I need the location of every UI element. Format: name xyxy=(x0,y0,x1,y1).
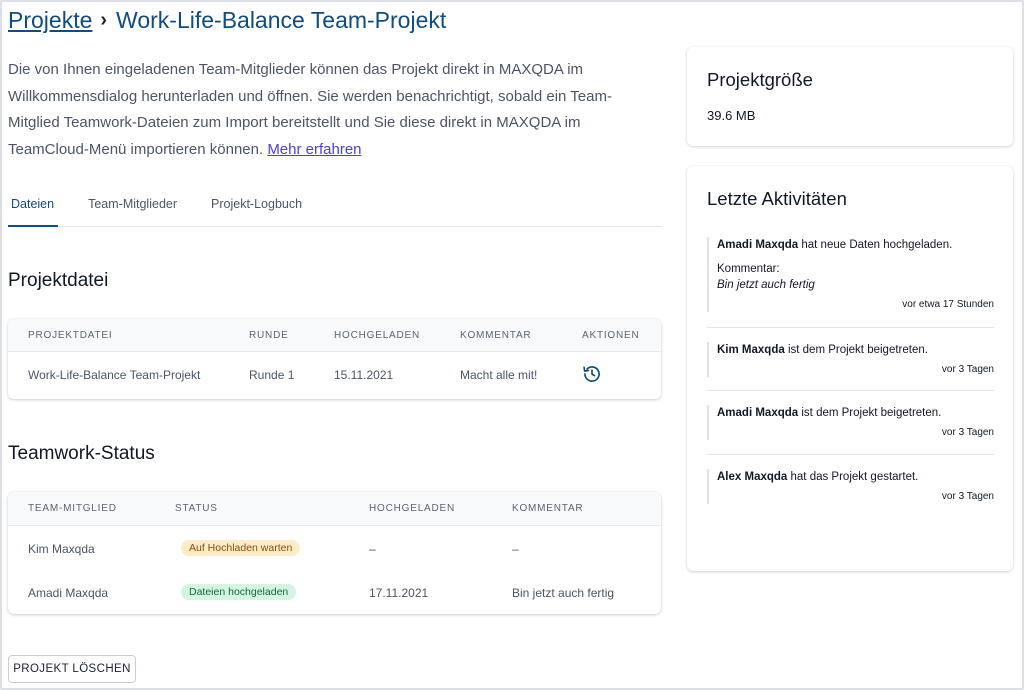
activity-time: vor 3 Tagen xyxy=(941,364,994,375)
delete-project-button[interactable]: PROJEKT LÖSCHEN xyxy=(8,655,136,683)
project-file-table: Projektdatei Runde Hochgeladen Kommentar… xyxy=(8,319,661,399)
activity-action: hat neue Daten hochgeladen. xyxy=(801,239,953,251)
file-uploaded: 15.11.2021 xyxy=(334,368,394,382)
activity-divider xyxy=(707,454,994,455)
column-header-status: Status xyxy=(175,503,218,514)
page-title: Work-Life-Balance Team-Projekt xyxy=(116,7,447,33)
activity-action: ist dem Projekt beigetreten. xyxy=(801,407,942,419)
tab-bar: Dateien Team-Mitglieder Projekt-Logbuch xyxy=(8,186,661,227)
activity-item: Kim Maxqda ist dem Projekt beigetreten. … xyxy=(707,342,994,377)
activity-body: Amadi Maxqda hat neue Daten hochgeladen.… xyxy=(707,237,994,312)
activity-item: Amadi Maxqda ist dem Projekt beigetreten… xyxy=(707,405,994,440)
activity-body: Amadi Maxqda ist dem Projekt beigetreten… xyxy=(707,405,994,440)
activity-time: vor 3 Tagen xyxy=(941,427,994,438)
member-uploaded: – xyxy=(369,542,376,556)
breadcrumb-separator-icon: › xyxy=(100,9,108,31)
member-comment: Bin jetzt auch fertig xyxy=(512,586,615,600)
column-header-uploaded: Hochgeladen xyxy=(369,503,456,514)
activity-action: ist dem Projekt beigetreten. xyxy=(787,344,928,356)
file-comment: Macht alle mit! xyxy=(460,368,538,382)
member-name: Amadi Maxqda xyxy=(28,586,109,600)
column-header-actions: Aktionen xyxy=(582,330,640,341)
intro-text: Die von Ihnen eingeladenen Team-Mitglied… xyxy=(8,57,648,163)
activity-comment-label: Kommentar: xyxy=(717,263,780,275)
member-comment: – xyxy=(512,542,519,556)
activity-text: Amadi Maxqda ist dem Projekt beigetreten… xyxy=(717,405,994,421)
activity-time: vor 3 Tagen xyxy=(941,491,994,502)
table-row: Work-Life-Balance Team-Projekt Runde 1 1… xyxy=(8,352,661,398)
file-name: Work-Life-Balance Team-Projekt xyxy=(28,368,201,382)
learn-more-link[interactable]: Mehr erfahren xyxy=(267,141,361,158)
file-round: Runde 1 xyxy=(249,368,295,382)
activity-text: Alex Maxqda hat das Projekt gestartet. xyxy=(717,469,994,485)
column-header-uploaded: Hochgeladen xyxy=(334,330,421,341)
activity-item: Alex Maxqda hat das Projekt gestartet. v… xyxy=(707,469,994,504)
history-icon[interactable] xyxy=(582,364,602,389)
table-row: Kim Maxqda Auf Hochladen warten – – xyxy=(8,526,661,570)
status-badge: Auf Hochladen warten xyxy=(181,540,301,556)
activity-text: Amadi Maxqda hat neue Daten hochgeladen. xyxy=(717,237,994,253)
project-size-value: 39.6 MB xyxy=(707,108,756,123)
breadcrumb-projects-link[interactable]: Projekte xyxy=(8,7,92,34)
status-badge: Dateien hochgeladen xyxy=(181,584,297,600)
project-file-heading: Projektdatei xyxy=(8,270,109,291)
recent-activity-title: Letzte Aktivitäten xyxy=(707,188,847,209)
table-header: Team-Mitglied Status Hochgeladen Komment… xyxy=(8,492,661,526)
tab-team-members[interactable]: Team-Mitglieder xyxy=(84,186,181,227)
activity-item: Amadi Maxqda hat neue Daten hochgeladen.… xyxy=(707,237,994,312)
activity-user: Amadi Maxqda xyxy=(717,239,799,251)
activity-user: Amadi Maxqda xyxy=(717,407,799,419)
teamwork-status-table: Team-Mitglied Status Hochgeladen Komment… xyxy=(8,492,661,614)
activity-action: hat das Projekt gestartet. xyxy=(790,471,919,483)
breadcrumb: Projekte › Work-Life-Balance Team-Projek… xyxy=(8,7,446,34)
project-size-panel: Projektgröße 39.6 MB xyxy=(687,47,1013,146)
activity-user: Alex Maxqda xyxy=(717,471,788,483)
activity-divider xyxy=(707,390,994,391)
activity-body: Alex Maxqda hat das Projekt gestartet. v… xyxy=(707,469,994,504)
table-row: Amadi Maxqda Dateien hochgeladen 17.11.2… xyxy=(8,570,661,614)
column-header-file: Projektdatei xyxy=(28,330,113,341)
table-header: Projektdatei Runde Hochgeladen Kommentar… xyxy=(8,319,661,352)
activity-text: Kim Maxqda ist dem Projekt beigetreten. xyxy=(717,342,994,358)
project-size-title: Projektgröße xyxy=(707,69,813,90)
activity-comment: Bin jetzt auch fertig xyxy=(717,279,815,291)
recent-activity-panel: Letzte Aktivitäten Amadi Maxqda hat neue… xyxy=(687,166,1013,571)
tab-project-log[interactable]: Projekt-Logbuch xyxy=(207,186,306,227)
member-name: Kim Maxqda xyxy=(28,542,95,556)
member-uploaded: 17.11.2021 xyxy=(369,586,429,600)
column-header-member: Team-Mitglied xyxy=(28,503,117,514)
activity-user: Kim Maxqda xyxy=(717,344,785,356)
activity-divider xyxy=(707,327,994,328)
column-header-comment: Kommentar xyxy=(460,330,532,341)
column-header-round: Runde xyxy=(249,330,289,341)
column-header-comment: Kommentar xyxy=(512,503,584,514)
teamwork-status-heading: Teamwork-Status xyxy=(8,443,155,464)
activity-body: Kim Maxqda ist dem Projekt beigetreten. … xyxy=(707,342,994,377)
tab-files[interactable]: Dateien xyxy=(8,186,59,227)
activity-time: vor etwa 17 Stunden xyxy=(902,299,994,310)
